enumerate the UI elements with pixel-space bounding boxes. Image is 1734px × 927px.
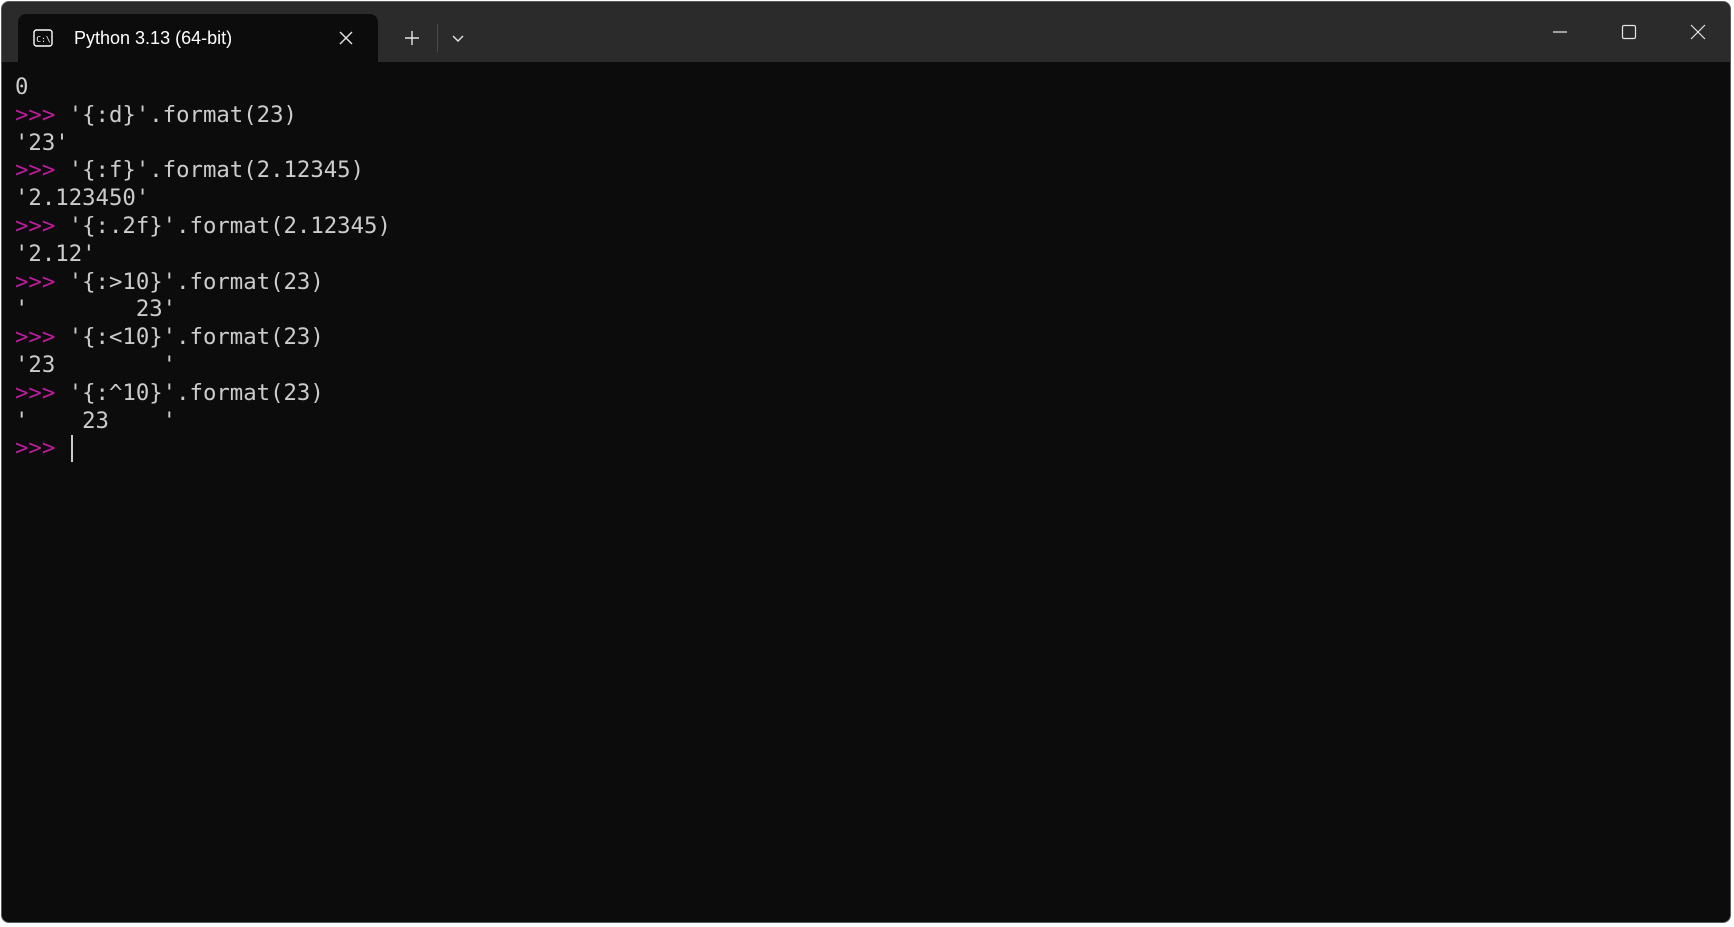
output-text: '2.123450'	[15, 185, 150, 212]
terminal-line: >>> '{:f}'.format(2.12345)	[15, 157, 1715, 185]
python-prompt: >>>	[15, 435, 56, 462]
tab-python[interactable]: C:\ Python 3.13 (64-bit)	[18, 14, 378, 62]
tab-dropdown-button[interactable]	[442, 22, 474, 54]
python-prompt: >>>	[15, 157, 56, 184]
output-text: 0	[15, 74, 29, 100]
python-prompt: >>>	[15, 212, 56, 239]
title-bar[interactable]: C:\ Python 3.13 (64-bit)	[2, 2, 1730, 62]
minimize-icon	[1553, 31, 1567, 33]
terminal-line: ' 23 '	[15, 408, 1715, 436]
output-text: '2.12'	[15, 240, 96, 267]
new-tab-button[interactable]	[396, 22, 428, 54]
output-text: ' 23 '	[15, 407, 177, 434]
tab-close-button[interactable]	[334, 26, 358, 50]
cmd-terminal-icon: C:\	[32, 27, 54, 49]
svg-text:C:\: C:\	[36, 35, 51, 44]
terminal-line: '2.12'	[15, 241, 1715, 269]
terminal-line: >>>	[15, 435, 1715, 463]
tab-separator	[437, 24, 438, 52]
terminal-line: >>> '{:<10}'.format(23)	[15, 324, 1715, 352]
terminal-line: >>> '{:.2f}'.format(2.12345)	[15, 213, 1715, 241]
terminal-line: '23'	[15, 130, 1715, 158]
terminal-output[interactable]: 0 >>> '{:d}'.format(23) '23' >>> '{:f}'.for…	[15, 74, 1715, 914]
chevron-down-icon	[452, 35, 464, 42]
terminal-line: '23 '	[15, 352, 1715, 380]
window-close-button[interactable]	[1664, 2, 1730, 62]
text-cursor	[70, 435, 73, 463]
output-text: ' 23'	[15, 296, 177, 323]
input-text: '{:.2f}'.format(2.12345)	[55, 212, 391, 239]
maximize-button[interactable]	[1595, 2, 1663, 62]
input-text: '{:<10}'.format(23)	[55, 324, 324, 351]
close-icon	[339, 31, 353, 45]
terminal-line: 0	[15, 74, 1715, 102]
terminal-line: ' 23'	[15, 296, 1715, 324]
minimize-button[interactable]	[1526, 2, 1594, 62]
terminal-line: >>> '{:>10}'.format(23)	[15, 269, 1715, 297]
output-text: '23'	[15, 129, 69, 156]
input-text	[55, 435, 68, 461]
python-prompt: >>>	[15, 324, 56, 351]
maximize-icon	[1621, 24, 1637, 40]
terminal-line: >>> '{:d}'.format(23)	[15, 102, 1715, 130]
input-text: '{:^10}'.format(23)	[55, 379, 324, 406]
terminal-line: >>> '{:^10}'.format(23)	[15, 380, 1715, 408]
python-prompt: >>>	[15, 379, 56, 406]
input-text: '{:d}'.format(23)	[55, 101, 297, 128]
input-text: '{:f}'.format(2.12345)	[55, 157, 365, 184]
tab-title: Python 3.13 (64-bit)	[74, 27, 233, 48]
plus-icon	[405, 31, 419, 45]
python-prompt: >>>	[15, 101, 56, 128]
terminal-line: '2.123450'	[15, 185, 1715, 213]
close-icon	[1690, 24, 1706, 40]
terminal-window: C:\ Python 3.13 (64-bit) 0 >>> '{:d}'.fo…	[1, 1, 1731, 923]
output-text: '23 '	[15, 351, 177, 378]
input-text: '{:>10}'.format(23)	[55, 268, 324, 295]
python-prompt: >>>	[15, 268, 56, 295]
